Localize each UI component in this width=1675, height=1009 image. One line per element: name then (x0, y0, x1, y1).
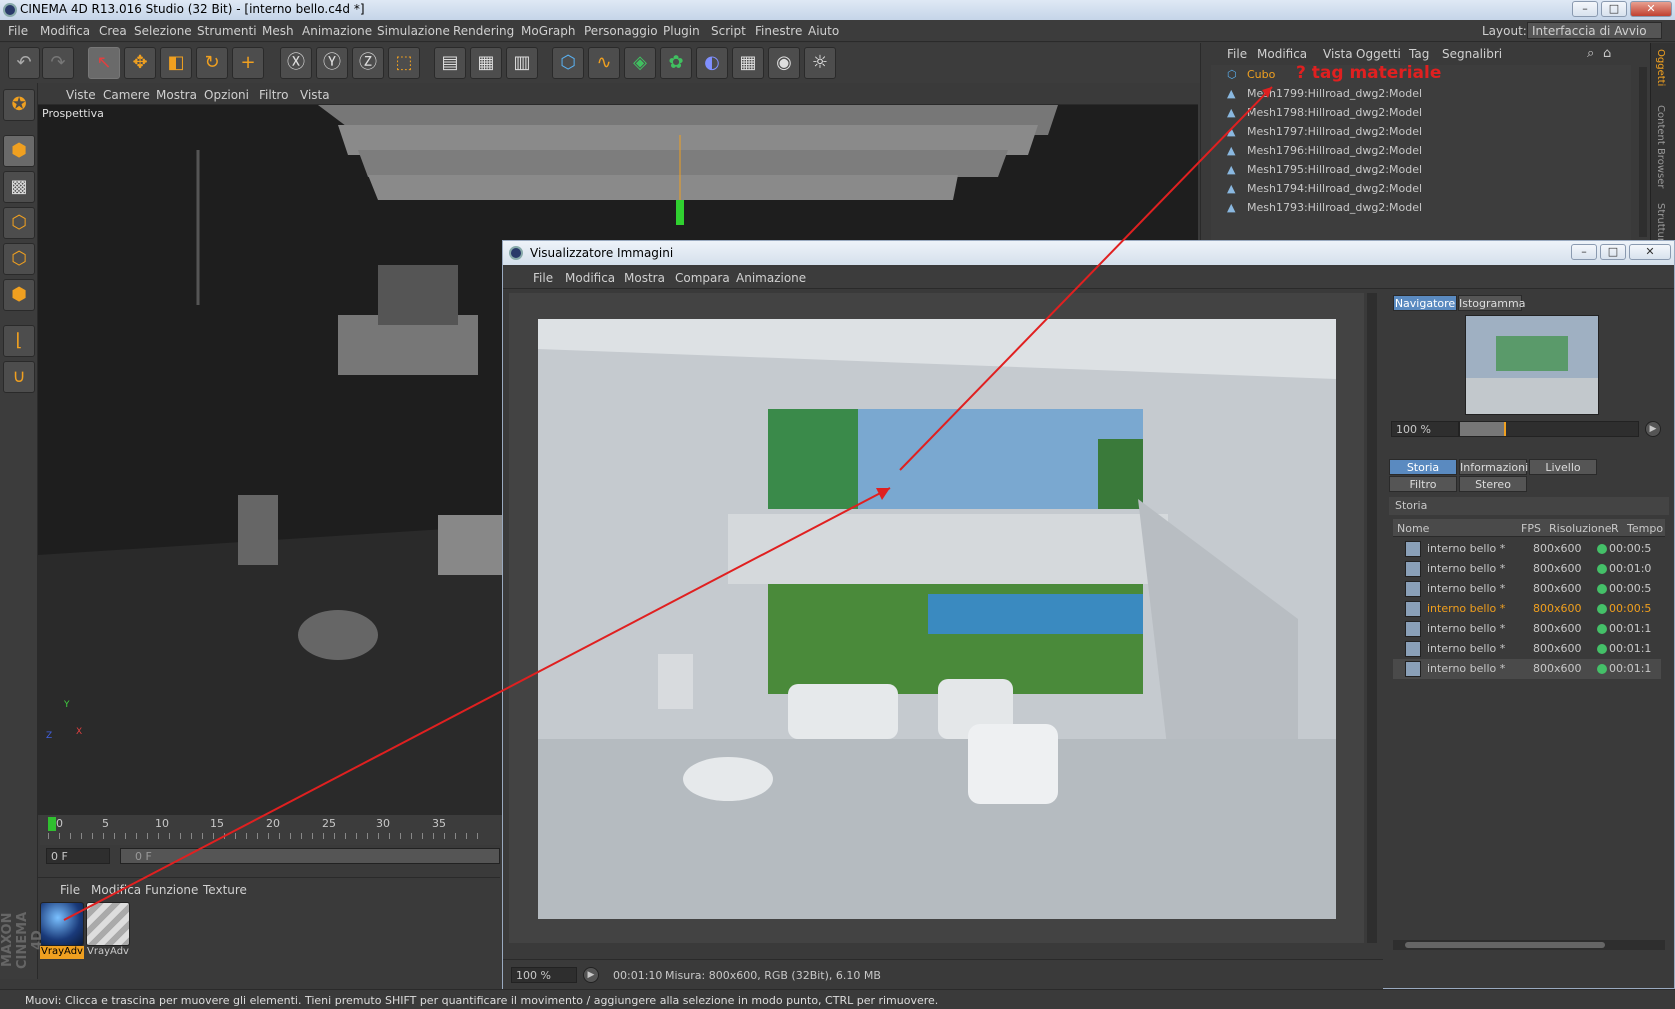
status-bar: Muovi: Clicca e trascina per muovere gli… (0, 989, 1675, 1009)
cinema4d-window: CINEMA 4D R13.016 Studio (32 Bit) - [int… (0, 0, 1675, 1009)
annotation-arrows (63, 86, 1273, 921)
